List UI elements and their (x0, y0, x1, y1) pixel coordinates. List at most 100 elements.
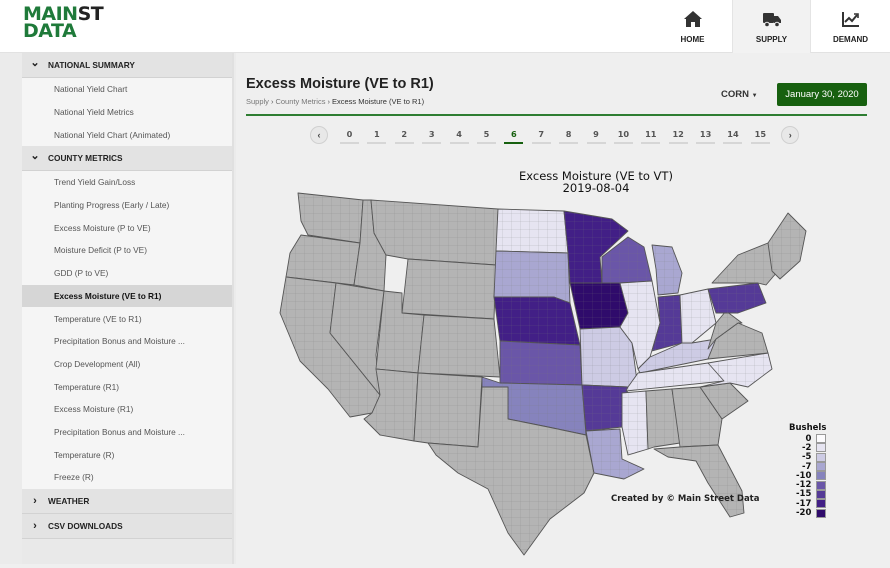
breadcrumb-separator: › (270, 97, 274, 106)
nav-supply[interactable]: SUPPLY (732, 0, 811, 53)
sidebar-item[interactable]: National Yield Chart (Animated) (22, 123, 232, 146)
line-chart-icon (841, 11, 859, 27)
chevron-right-icon: › (33, 494, 37, 507)
legend-swatch (816, 452, 827, 462)
county-grid-overlay (768, 213, 806, 279)
sidebar-section-weather[interactable]: › WEATHER (22, 488, 232, 514)
choropleth-map: Excess Moisture (VE to VT) 2019-08-04 Bu… (266, 163, 866, 563)
legend-entry: -10 (789, 471, 827, 481)
county-grid-overlay (708, 283, 766, 313)
pager-page-3[interactable]: 3 (422, 125, 442, 144)
nav-demand-label: DEMAND (832, 34, 869, 44)
legend-label: -20 (796, 508, 812, 519)
breadcrumb-county-metrics[interactable]: County Metrics (275, 97, 325, 106)
sidebar-item[interactable]: Precipitation Bonus and Moisture ... (22, 421, 232, 444)
sidebar-item[interactable]: National Yield Chart (22, 78, 232, 101)
pager-page-0[interactable]: 0 (340, 125, 359, 144)
sidebar-section-national-summary[interactable]: ⌄ NATIONAL SUMMARY (22, 53, 232, 78)
week-pager: ‹ 0 1 2 3 4 5 6 7 8 9 10 11 12 13 14 15 › (310, 125, 800, 144)
sidebar-item[interactable]: Freeze (R) (22, 466, 232, 489)
sidebar-section-items: National Yield Chart National Yield Metri… (22, 78, 232, 147)
sidebar-section-csv-downloads[interactable]: › CSV DOWNLOADS (22, 513, 232, 539)
map-legend: Bushels 0 -2 -5 -7 -10 -12 -15 -17 -20 (789, 423, 827, 519)
county-grid-overlay (570, 283, 628, 329)
county-grid-overlay (712, 243, 778, 285)
pager-page-5[interactable]: 5 (476, 125, 496, 144)
breadcrumb: Supply › County Metrics › Excess Moisture (V… (246, 97, 424, 106)
legend-swatch (816, 434, 827, 444)
crop-dropdown[interactable]: CORN ▼ (721, 89, 758, 100)
crop-dropdown-value: CORN (721, 89, 749, 100)
nav-supply-label: SUPPLY (755, 34, 788, 44)
title-divider (246, 114, 867, 116)
sidebar-section-county-metrics[interactable]: ⌄ COUNTY METRICS (22, 146, 232, 172)
pager-page-7[interactable]: 7 (531, 125, 551, 144)
breadcrumb-supply[interactable]: Supply (246, 97, 269, 106)
sidebar-section-items: Trend Yield Gain/Loss Planting Progress (… (22, 171, 232, 489)
map-credit: Created by © Main Street Data (611, 494, 760, 504)
chevron-down-icon: ⌄ (30, 149, 40, 162)
pager-prev-button[interactable]: ‹ (310, 125, 328, 144)
map-title-date: 2019-08-04 (562, 181, 630, 195)
sidebar-item[interactable]: Excess Moisture (P to VE) (22, 216, 232, 239)
sidebar-item[interactable]: Temperature (R) (22, 443, 232, 466)
date-button[interactable]: January 30, 2020 (777, 83, 867, 106)
pager-page-9[interactable]: 9 (586, 125, 606, 144)
legend-entry: -17 (789, 499, 827, 509)
sidebar-item[interactable]: Crop Development (All) (22, 353, 232, 376)
pager-page-6[interactable]: 6 (504, 125, 524, 144)
county-grid-overlay (286, 235, 360, 285)
county-grid-overlay (654, 445, 744, 517)
pager-page-1[interactable]: 1 (367, 125, 387, 144)
legend-swatch (816, 443, 827, 453)
sidebar-item[interactable]: Planting Progress (Early / Late) (22, 194, 232, 217)
sidebar-item[interactable]: National Yield Metrics (22, 101, 232, 124)
legend-swatch (816, 471, 827, 481)
logo-text-st: ST (77, 3, 104, 25)
sidebar-item[interactable]: GDD (P to VE) (22, 262, 232, 285)
sidebar-section-label: NATIONAL SUMMARY (48, 60, 135, 70)
county-grid-overlay (652, 245, 682, 295)
county-grid-overlay (500, 341, 582, 385)
map-title: Excess Moisture (VE to VT) 2019-08-04 (516, 170, 676, 194)
pager-page-8[interactable]: 8 (559, 125, 579, 144)
legend-swatch (816, 508, 827, 518)
legend-entry: 0 (789, 434, 827, 444)
pager-page-10[interactable]: 10 (613, 125, 633, 144)
caret-down-icon: ▼ (751, 93, 758, 99)
legend-title: Bushels (789, 423, 827, 433)
pager-page-2[interactable]: 2 (394, 125, 414, 144)
pager-page-13[interactable]: 13 (696, 125, 716, 144)
nav-demand[interactable]: DEMAND (811, 0, 890, 53)
pager-page-14[interactable]: 14 (723, 125, 743, 144)
main-nav: HOME SUPPLY DEMAND (653, 0, 890, 53)
legend-entry: -2 (789, 443, 827, 453)
legend-swatch (816, 480, 827, 490)
legend-swatch (816, 499, 827, 509)
legend-swatch (816, 462, 827, 472)
legend-entry: -20 (789, 508, 827, 519)
nav-home[interactable]: HOME (653, 0, 732, 53)
sidebar-item[interactable]: Precipitation Bonus and Moisture ... (22, 330, 232, 353)
county-grid-overlay (402, 259, 496, 319)
sidebar-item[interactable]: Excess Moisture (VE to R1) (22, 284, 232, 308)
sidebar-wrapper: ⌄ NATIONAL SUMMARY National Yield Chart Nat… (0, 53, 236, 564)
county-grid-overlay (494, 297, 580, 345)
pager-page-11[interactable]: 11 (641, 125, 661, 144)
sidebar-item[interactable]: Temperature (R1) (22, 375, 232, 398)
county-grid-overlay (496, 209, 568, 253)
county-grid-overlay (418, 315, 500, 377)
pager-page-15[interactable]: 15 (750, 125, 770, 144)
county-grid-overlay (414, 373, 482, 447)
sidebar-item[interactable]: Moisture Deficit (P to VE) (22, 239, 232, 262)
chevron-down-icon: ⌄ (30, 56, 40, 69)
pager-page-12[interactable]: 12 (668, 125, 688, 144)
breadcrumb-current: Excess Moisture (VE to R1) (331, 97, 425, 106)
sidebar-item[interactable]: Trend Yield Gain/Loss (22, 171, 232, 194)
sidebar-item[interactable]: Excess Moisture (R1) (22, 398, 232, 421)
page-title: Excess Moisture (VE to R1) (246, 76, 434, 92)
pager-next-button[interactable]: › (781, 125, 800, 144)
pager-page-4[interactable]: 4 (449, 125, 469, 144)
sidebar-item[interactable]: Temperature (VE to R1) (22, 307, 232, 330)
main-street-data-logo[interactable]: MAINST DATA (23, 3, 104, 41)
